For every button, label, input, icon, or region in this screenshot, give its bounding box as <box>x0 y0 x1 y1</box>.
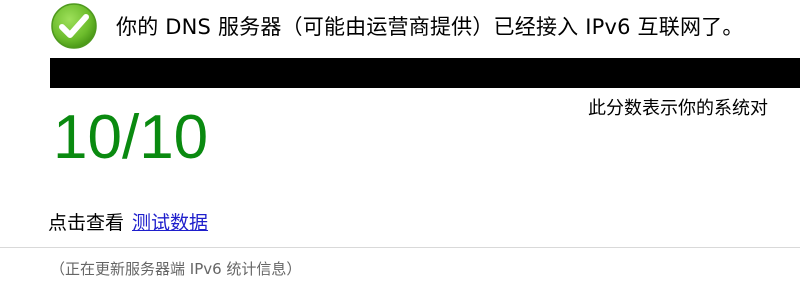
divider <box>0 247 800 248</box>
dns-status-row: 你的 DNS 服务器（可能由运营商提供）已经接入 IPv6 互联网了。 <box>50 2 744 50</box>
redacted-bar <box>50 58 800 88</box>
stats-update-note: （正在更新服务器端 IPv6 统计信息） <box>50 260 302 278</box>
page: 你的 DNS 服务器（可能由运营商提供）已经接入 IPv6 互联网了。 10/1… <box>0 0 800 286</box>
score-value: 10/10 <box>53 103 209 172</box>
score-description: 此分数表示你的系统对 <box>588 98 768 119</box>
dns-status-message: 你的 DNS 服务器（可能由运营商提供）已经接入 IPv6 互联网了。 <box>116 15 744 39</box>
test-data-link[interactable]: 测试数据 <box>132 212 208 234</box>
details-row: 点击查看 测试数据 <box>48 208 208 235</box>
check-circle-icon <box>51 3 97 49</box>
details-prefix: 点击查看 <box>48 212 125 234</box>
